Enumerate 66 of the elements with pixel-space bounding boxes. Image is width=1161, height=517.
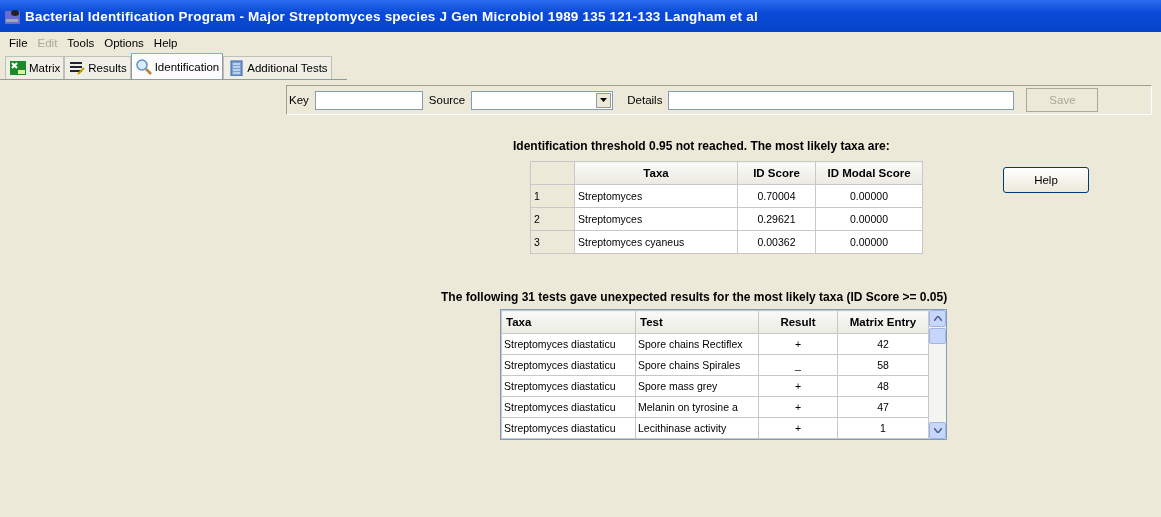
menu-item[interactable]: File [4, 36, 33, 49]
table-cell: Spore chains Spirales [635, 354, 759, 376]
table-cell: Streptomyces diastaticu [501, 375, 636, 397]
table-cell: Spore mass grey [635, 375, 759, 397]
table-cell: Streptomyces diastaticu [501, 417, 636, 439]
column-header[interactable]: Result [758, 310, 838, 334]
table-cell: 42 [837, 333, 929, 355]
column-header[interactable]: Taxa [501, 310, 636, 334]
tab[interactable]: Additional Tests [223, 56, 332, 79]
table-cell: 0.00000 [815, 184, 923, 208]
key-field[interactable] [314, 90, 423, 110]
document-icon [227, 60, 246, 76]
scroll-thumb[interactable] [929, 328, 946, 344]
tab[interactable]: Identification [130, 53, 224, 79]
dropdown-arrow-icon [600, 98, 608, 102]
column-header[interactable]: Test [635, 310, 759, 334]
unexpected-results-message: The following 31 tests gave unexpected results for the most likely taxa (ID Score >= 0.05) [441, 290, 949, 304]
header-cell [530, 161, 575, 185]
table-cell: 47 [837, 396, 929, 418]
scrollbar[interactable] [929, 310, 946, 439]
menu-item[interactable]: Tools [62, 36, 100, 49]
table-cell: + [758, 333, 838, 355]
column-header[interactable]: ID Score [737, 161, 816, 185]
table-cell: 0.00362 [737, 230, 816, 254]
table-cell: Melanin on tyrosine a [635, 396, 759, 418]
table-cell: 0.29621 [737, 207, 816, 231]
table-cell: Streptomyces diastaticu [501, 396, 636, 418]
table-cell: Streptomyces [574, 184, 738, 208]
table-cell: 0.70004 [737, 184, 816, 208]
source-label: Source [428, 94, 466, 106]
key-label: Key [289, 94, 309, 106]
row-header[interactable]: 3 [530, 230, 575, 254]
details-label: Details [627, 94, 663, 106]
table-cell: 1 [837, 417, 929, 439]
table-cell: Spore chains Rectiflex [635, 333, 759, 355]
menu-item[interactable]: Help [148, 36, 183, 49]
table-cell: Streptomyces [574, 207, 738, 231]
row-header[interactable]: 1 [530, 184, 575, 208]
spreadsheet-icon [9, 60, 27, 76]
menu-item[interactable]: Options [99, 36, 149, 49]
table-cell: Streptomyces diastaticu [501, 354, 636, 376]
app-icon [4, 7, 21, 25]
threshold-message: Identification threshold 0.95 not reached. The most likely taxa are: [513, 139, 891, 153]
table-cell: _ [758, 354, 838, 376]
table-cell: + [758, 417, 838, 439]
column-header[interactable]: Taxa [574, 161, 738, 185]
table-cell: Lecithinase activity [635, 417, 759, 439]
table-cell: Streptomyces cyaneus [574, 230, 738, 254]
column-header[interactable]: Matrix Entry [837, 310, 929, 334]
list-icon [68, 60, 87, 76]
column-header[interactable]: ID Modal Score [815, 161, 923, 185]
tab[interactable]: Results [64, 56, 131, 79]
table-cell: 0.00000 [815, 207, 923, 231]
tab[interactable]: Matrix [5, 56, 65, 79]
row-header[interactable]: 2 [530, 207, 575, 231]
window-title: Bacterial Identification Program - Major Streptomyces species J Gen Microbiol 1989 135 121-133 Langham et al [25, 8, 758, 24]
source-dropdown[interactable] [471, 90, 614, 110]
table-cell: 48 [837, 375, 929, 397]
search-icon [134, 58, 153, 75]
table-cell: + [758, 396, 838, 418]
help-button[interactable]: Help [1003, 167, 1089, 193]
table-cell: 58 [837, 354, 929, 376]
details-field[interactable] [668, 90, 1015, 110]
table-cell: Streptomyces diastaticu [501, 333, 636, 355]
table-cell: + [758, 375, 838, 397]
table-cell: 0.00000 [815, 230, 923, 254]
